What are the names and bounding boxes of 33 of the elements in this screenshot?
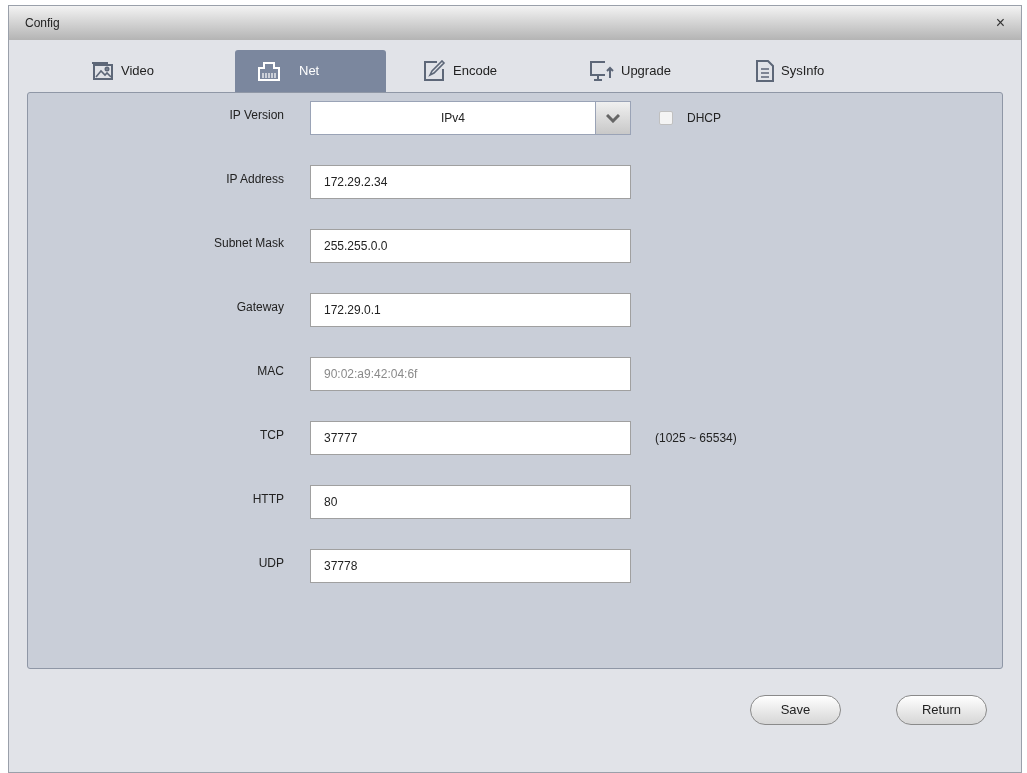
action-button[interactable]: Save [750,695,841,725]
field-label: MAC [256,363,285,380]
field-label: IP Version [228,107,285,124]
port-range-hint: (1025 ~ 65534) [655,430,737,447]
tab[interactable]: Encode [401,50,552,92]
tab[interactable]: Video [69,50,220,92]
action-button[interactable]: Return [896,695,987,725]
text-field[interactable]: 80 [310,485,631,519]
document-icon [755,60,775,82]
network-port-icon [257,60,281,82]
text-field[interactable]: 172.29.0.1 [310,293,631,327]
field-label: UDP [257,555,285,572]
field-label: IP Address [225,171,285,188]
text-field[interactable]: 37777 [310,421,631,455]
checkbox-label: DHCP [687,110,721,127]
checkbox[interactable] [659,111,673,125]
field-label: TCP [259,427,285,444]
field-label: HTTP [251,491,285,508]
close-button[interactable]: × [995,15,1005,31]
ip-version-dropdown[interactable]: IPv4 [310,101,631,135]
text-field[interactable]: 37778 [310,549,631,583]
field-label: Subnet Mask [212,235,285,252]
tab[interactable]: Upgrade [567,50,718,92]
text-field[interactable]: 255.255.0.0 [310,229,631,263]
field-label: Gateway [235,299,285,316]
tab[interactable]: Net [235,50,386,92]
chevron-down-icon [606,113,620,123]
window-title: Config [25,15,60,32]
edit-icon [423,60,447,82]
tab[interactable]: SysInfo [733,50,884,92]
monitor-upload-icon [589,60,615,82]
picture-icon [91,60,115,82]
text-field[interactable]: 172.29.2.34 [310,165,631,199]
